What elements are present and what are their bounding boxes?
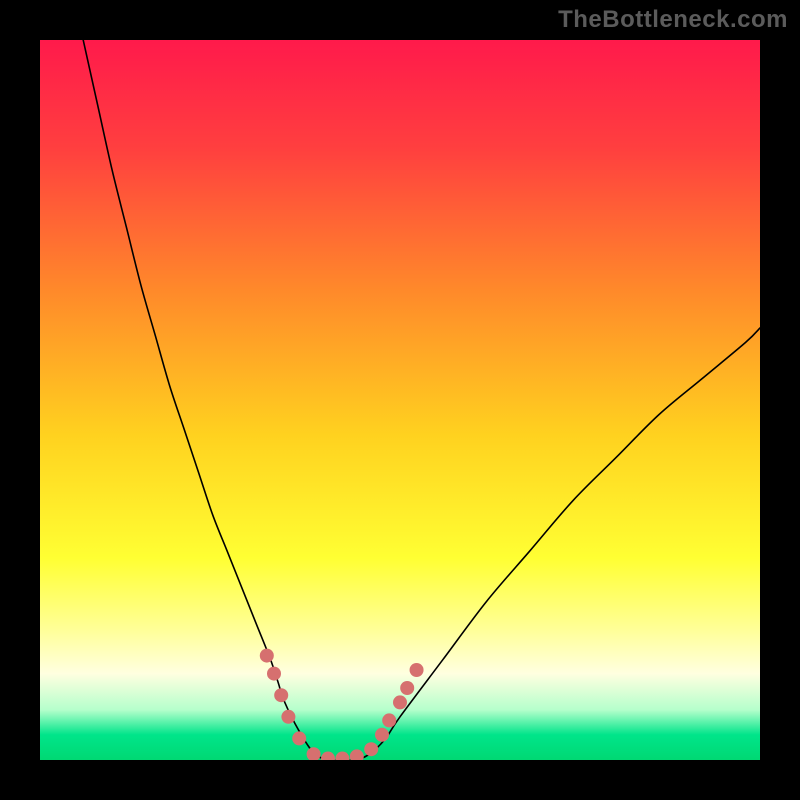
highlight-dot [274, 688, 288, 702]
watermark-text: TheBottleneck.com [558, 6, 788, 34]
highlight-dot [382, 713, 396, 727]
chart-background [40, 40, 760, 760]
highlight-dot [267, 667, 281, 681]
plot-area [40, 40, 760, 760]
highlight-dot [393, 695, 407, 709]
chart-frame: TheBottleneck.com [0, 0, 800, 800]
highlight-dot [400, 681, 414, 695]
highlight-dot [281, 710, 295, 724]
highlight-dot [292, 731, 306, 745]
highlight-dot [364, 742, 378, 756]
highlight-dot [375, 728, 389, 742]
highlight-dot [260, 649, 274, 663]
highlight-dot [410, 663, 424, 677]
chart-svg [40, 40, 760, 760]
